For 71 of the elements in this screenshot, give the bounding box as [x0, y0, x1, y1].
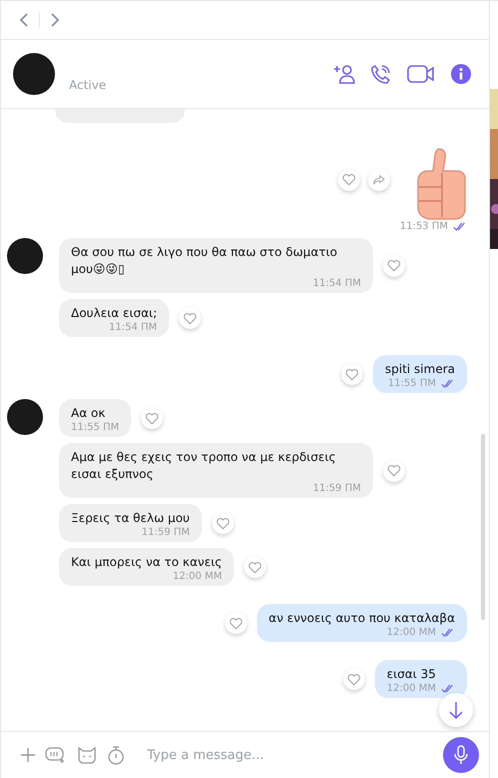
chevron-left-icon — [19, 12, 29, 28]
sticker-button[interactable] — [77, 746, 97, 764]
double-check-icon — [441, 684, 455, 693]
info-button[interactable] — [451, 64, 471, 84]
heart-icon — [342, 173, 356, 186]
like-button[interactable] — [244, 556, 266, 578]
heart-icon — [344, 368, 359, 380]
stopwatch-icon — [107, 745, 125, 765]
heart-icon — [346, 672, 361, 686]
arrow-down-icon — [449, 701, 463, 719]
heart-icon — [183, 312, 198, 324]
message-time: 11:59 ΠΜ — [142, 527, 190, 538]
message-time: 12:00 ΜΜ — [172, 571, 222, 582]
forward-nav-button[interactable] — [50, 12, 60, 28]
double-check-icon — [453, 222, 467, 231]
message-time: 11:54 ΠΜ — [312, 278, 361, 289]
like-button[interactable] — [340, 363, 363, 385]
microphone-button[interactable] — [443, 737, 479, 773]
message-text: Και μπορεις να το κανεις — [71, 554, 222, 571]
call-button[interactable] — [371, 64, 391, 84]
info-icon — [451, 64, 471, 84]
message-time: 12:00 ΜΜ — [386, 683, 436, 694]
message-time: 12:00 ΜΜ — [386, 627, 436, 638]
back-button[interactable] — [19, 12, 29, 28]
message-text: spiti simera — [384, 361, 455, 378]
like-button[interactable] — [383, 460, 405, 482]
message-text: Αα οκ — [71, 405, 106, 422]
message-text: Αμα με θες εχεις τον τροπο να με κερδισεις εισαι εξυπνος — [71, 449, 337, 483]
message-time: 11:53 ΠΜ — [400, 221, 448, 232]
forward-icon — [372, 174, 385, 184]
chevron-right-icon — [50, 12, 60, 28]
cat-face-icon — [77, 746, 97, 764]
message-text: Ξερεις τα θελω μου — [71, 510, 190, 527]
gif-icon — [45, 746, 67, 764]
double-check-icon — [441, 628, 455, 637]
contact-status: Active — [69, 78, 106, 92]
like-button[interactable] — [212, 512, 234, 534]
message-time: 11:54 ΠΜ — [108, 322, 158, 333]
heart-icon — [387, 464, 401, 477]
video-camera-icon — [407, 65, 435, 83]
like-button[interactable] — [224, 612, 247, 634]
contact-avatar — [13, 53, 55, 95]
like-button[interactable] — [383, 254, 405, 276]
message-time: 11:59 ΠΜ — [312, 483, 361, 494]
message-text: εισαι 35 — [386, 666, 437, 683]
like-button[interactable] — [338, 168, 360, 190]
video-call-button[interactable] — [407, 65, 435, 83]
heart-icon — [248, 560, 262, 574]
message-text: Θα σου πω σε λιγο που θα παω στο δωματιο μου😜😜▯ — [71, 244, 338, 278]
phone-icon — [371, 64, 391, 84]
scroll-down-button[interactable] — [439, 693, 473, 727]
gif-button[interactable] — [45, 746, 67, 764]
message-time: 11:55 ΠΜ — [71, 422, 120, 433]
heart-icon — [145, 412, 160, 424]
message-time: 11:55 ΠΜ — [388, 378, 436, 389]
plus-icon — [21, 748, 35, 762]
microphone-icon — [454, 745, 468, 765]
add-button[interactable] — [21, 748, 35, 762]
like-button[interactable] — [342, 668, 365, 690]
forward-button[interactable] — [368, 168, 390, 190]
message-text: αν εννοεις αυτο που καταλαβα — [268, 610, 455, 627]
double-check-icon — [441, 379, 455, 388]
message-text: Δουλεια εισαι; — [71, 305, 158, 322]
heart-icon — [216, 516, 230, 530]
like-button[interactable] — [179, 307, 202, 329]
like-button[interactable] — [141, 407, 164, 429]
heart-icon — [387, 259, 401, 272]
add-person-icon — [333, 64, 355, 84]
heart-icon — [228, 616, 243, 630]
timer-button[interactable] — [107, 745, 125, 765]
add-person-button[interactable] — [333, 64, 355, 84]
